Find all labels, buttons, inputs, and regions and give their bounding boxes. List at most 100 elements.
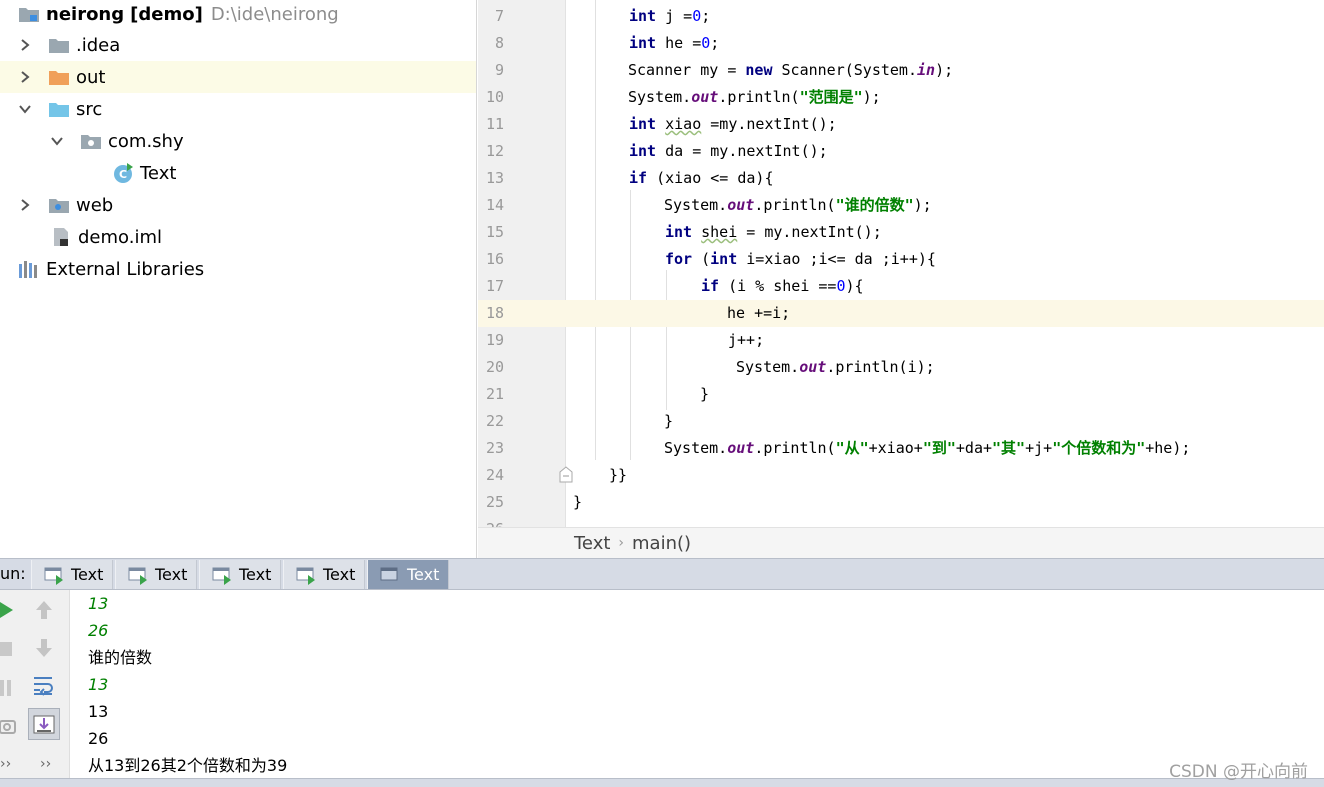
module-folder-icon: [19, 8, 39, 22]
breadcrumb-method[interactable]: main(): [632, 533, 691, 554]
more-icon[interactable]: ››: [0, 756, 11, 772]
project-root-name: neirong: [46, 3, 125, 25]
tree-item-label: out: [76, 66, 106, 88]
code-line: 7 int j =0;: [478, 3, 1324, 30]
console-output-line: 从13到26其2个倍数和为39: [88, 756, 288, 775]
camera-icon[interactable]: [0, 718, 16, 734]
run-config-icon: [44, 567, 63, 585]
run-config-icon: [212, 567, 231, 585]
chevron-right-icon[interactable]: [18, 70, 32, 84]
chevron-right-icon[interactable]: [18, 38, 32, 52]
scroll-to-end-icon: [33, 715, 55, 734]
line-number: 24: [485, 466, 504, 484]
tree-item-label: demo.iml: [78, 226, 162, 248]
tree-item-label: .idea: [76, 34, 121, 56]
line-number: 20: [485, 358, 504, 376]
folder-orange-icon: [49, 71, 69, 85]
code-line: 25}: [478, 489, 1324, 516]
breadcrumb-class[interactable]: Text: [574, 533, 610, 554]
line-number: 17: [485, 277, 504, 295]
tree-item-external-libraries[interactable]: External Libraries: [0, 253, 476, 285]
line-number: 25: [485, 493, 504, 511]
source-folder-icon: [49, 103, 69, 117]
run-tab[interactable]: Text: [283, 560, 365, 589]
code-line: 9 Scanner my = new Scanner(System.in);: [478, 57, 1324, 84]
web-folder-icon: [49, 199, 69, 213]
stop-icon[interactable]: [0, 642, 12, 656]
code-line: 10 System.out.println("范围是");: [478, 84, 1324, 111]
code-line: 11 int xiao =my.nextInt();: [478, 111, 1324, 138]
run-tab[interactable]: Text: [31, 560, 113, 589]
line-number: 11: [485, 115, 504, 133]
more-actions-icon[interactable]: ››: [40, 756, 51, 772]
console-input-line: 13: [88, 594, 109, 613]
run-left-toolbar: ››: [0, 590, 18, 787]
tree-item-label: web: [76, 194, 114, 216]
console-output-line: 13: [88, 702, 109, 721]
chevron-down-icon[interactable]: [50, 134, 64, 148]
line-number: 12: [485, 142, 504, 160]
scroll-to-end-button[interactable]: [28, 708, 60, 740]
line-number: 10: [485, 88, 504, 106]
tree-item-web[interactable]: web: [0, 189, 476, 221]
run-config-icon: [128, 567, 147, 585]
status-bar: [0, 778, 1324, 787]
tree-item-out[interactable]: out: [0, 61, 476, 93]
tree-item-label: Text: [140, 162, 177, 184]
line-number: 16: [485, 250, 504, 268]
line-number: 9: [494, 61, 504, 79]
code-line: 16 for (int i=xiao ;i<= da ;i++){: [478, 246, 1324, 273]
tree-item-label: src: [76, 98, 103, 120]
chevron-down-icon[interactable]: [18, 102, 32, 116]
run-tab-active[interactable]: Text: [367, 560, 449, 589]
java-class-icon: C: [114, 163, 133, 183]
project-tree-panel: neirong [demo] D:\ide\neirong .idea out …: [0, 0, 477, 558]
console-output-line: 26: [88, 729, 109, 748]
rerun-icon[interactable]: [0, 602, 14, 618]
breadcrumb-separator-icon: ›: [618, 535, 625, 551]
scroll-up-button[interactable]: [28, 594, 60, 626]
tree-item-src[interactable]: src: [0, 93, 476, 125]
tree-item-label: External Libraries: [46, 258, 205, 280]
scroll-down-button[interactable]: [28, 632, 60, 664]
console-output-line: 谁的倍数: [88, 648, 153, 667]
console-output[interactable]: 13 26 谁的倍数 13 13 26 从13到26其2个倍数和为39: [70, 590, 1324, 778]
libraries-icon: [19, 261, 37, 278]
tree-item-label: com.shy: [108, 130, 184, 152]
arrow-up-icon: [36, 601, 52, 619]
console-input-line: 26: [88, 621, 109, 640]
tree-item-iml[interactable]: demo.iml: [0, 221, 476, 253]
code-line: 20 System.out.println(i);: [478, 354, 1324, 381]
code-editor[interactable]: 7 int j =0; 8 int he =0; 9 Scanner my = new…: [478, 0, 1324, 527]
breadcrumb: Text › main(): [478, 527, 1324, 558]
soft-wrap-button[interactable]: [28, 670, 60, 702]
project-module-name: [demo]: [130, 3, 203, 25]
chevron-right-icon[interactable]: [18, 198, 32, 212]
package-icon: [81, 135, 101, 149]
line-number: 14: [485, 196, 504, 214]
line-number: 23: [485, 439, 504, 457]
code-line: 22}: [478, 408, 1324, 435]
tree-item-idea[interactable]: .idea: [0, 29, 476, 61]
code-line: 21}: [478, 381, 1324, 408]
run-tab-bar: un: Text Text Text Text Text: [0, 558, 1324, 590]
arrow-down-icon: [36, 639, 52, 657]
code-line: 19 j++;: [478, 327, 1324, 354]
line-number: 8: [494, 34, 504, 52]
svg-text:C: C: [119, 168, 127, 181]
run-tab[interactable]: Text: [115, 560, 197, 589]
tree-item-text-class[interactable]: C Text: [0, 157, 476, 189]
tree-item-package[interactable]: com.shy: [0, 125, 476, 157]
fold-marker-icon[interactable]: [558, 465, 574, 483]
code-line: 17 if (i % shei ==0){: [478, 273, 1324, 300]
line-number: 18: [485, 304, 504, 322]
iml-file-icon: [54, 228, 68, 246]
run-tab[interactable]: Text: [199, 560, 281, 589]
line-number: 15: [485, 223, 504, 241]
code-line: 24}}: [478, 462, 1324, 489]
line-number: 19: [485, 331, 504, 349]
project-root-row[interactable]: neirong [demo] D:\ide\neirong: [0, 0, 476, 30]
pause-icon[interactable]: [0, 680, 12, 696]
run-label: un:: [0, 564, 26, 583]
run-config-icon: [380, 567, 398, 580]
